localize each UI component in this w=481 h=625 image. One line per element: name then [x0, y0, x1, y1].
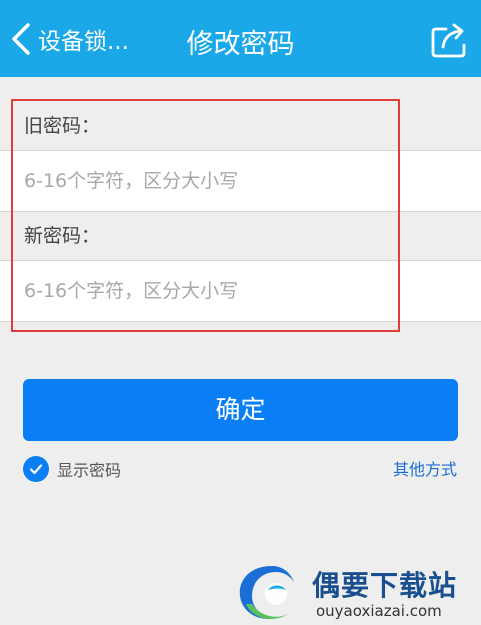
- old-password-row: [0, 150, 481, 212]
- other-methods-link[interactable]: 其他方式: [393, 456, 457, 480]
- watermark-title: 偶要下载站: [312, 569, 458, 602]
- site-watermark: 偶要下载站 ouyaoxiazai.com: [232, 560, 477, 625]
- show-password-label: 显示密码: [57, 461, 122, 480]
- checkmark-icon: [29, 464, 43, 475]
- watermark-domain: ouyaoxiazai.com: [316, 602, 442, 620]
- page-title: 修改密码: [186, 29, 295, 60]
- confirm-button[interactable]: 确定: [23, 379, 458, 441]
- new-password-row: [0, 260, 481, 322]
- top-nav-bar: 设备锁... 修改密码: [0, 0, 481, 77]
- share-icon: [431, 23, 466, 58]
- new-password-input[interactable]: [0, 261, 481, 321]
- watermark-logo-icon: [239, 566, 294, 619]
- old-password-label: 旧密码：: [24, 115, 101, 137]
- new-password-label: 新密码：: [24, 225, 101, 247]
- share-button[interactable]: [429, 20, 471, 60]
- show-password-toggle[interactable]: 显示密码: [23, 455, 121, 483]
- old-password-input[interactable]: [0, 151, 481, 211]
- checkbox-checked[interactable]: [23, 456, 49, 482]
